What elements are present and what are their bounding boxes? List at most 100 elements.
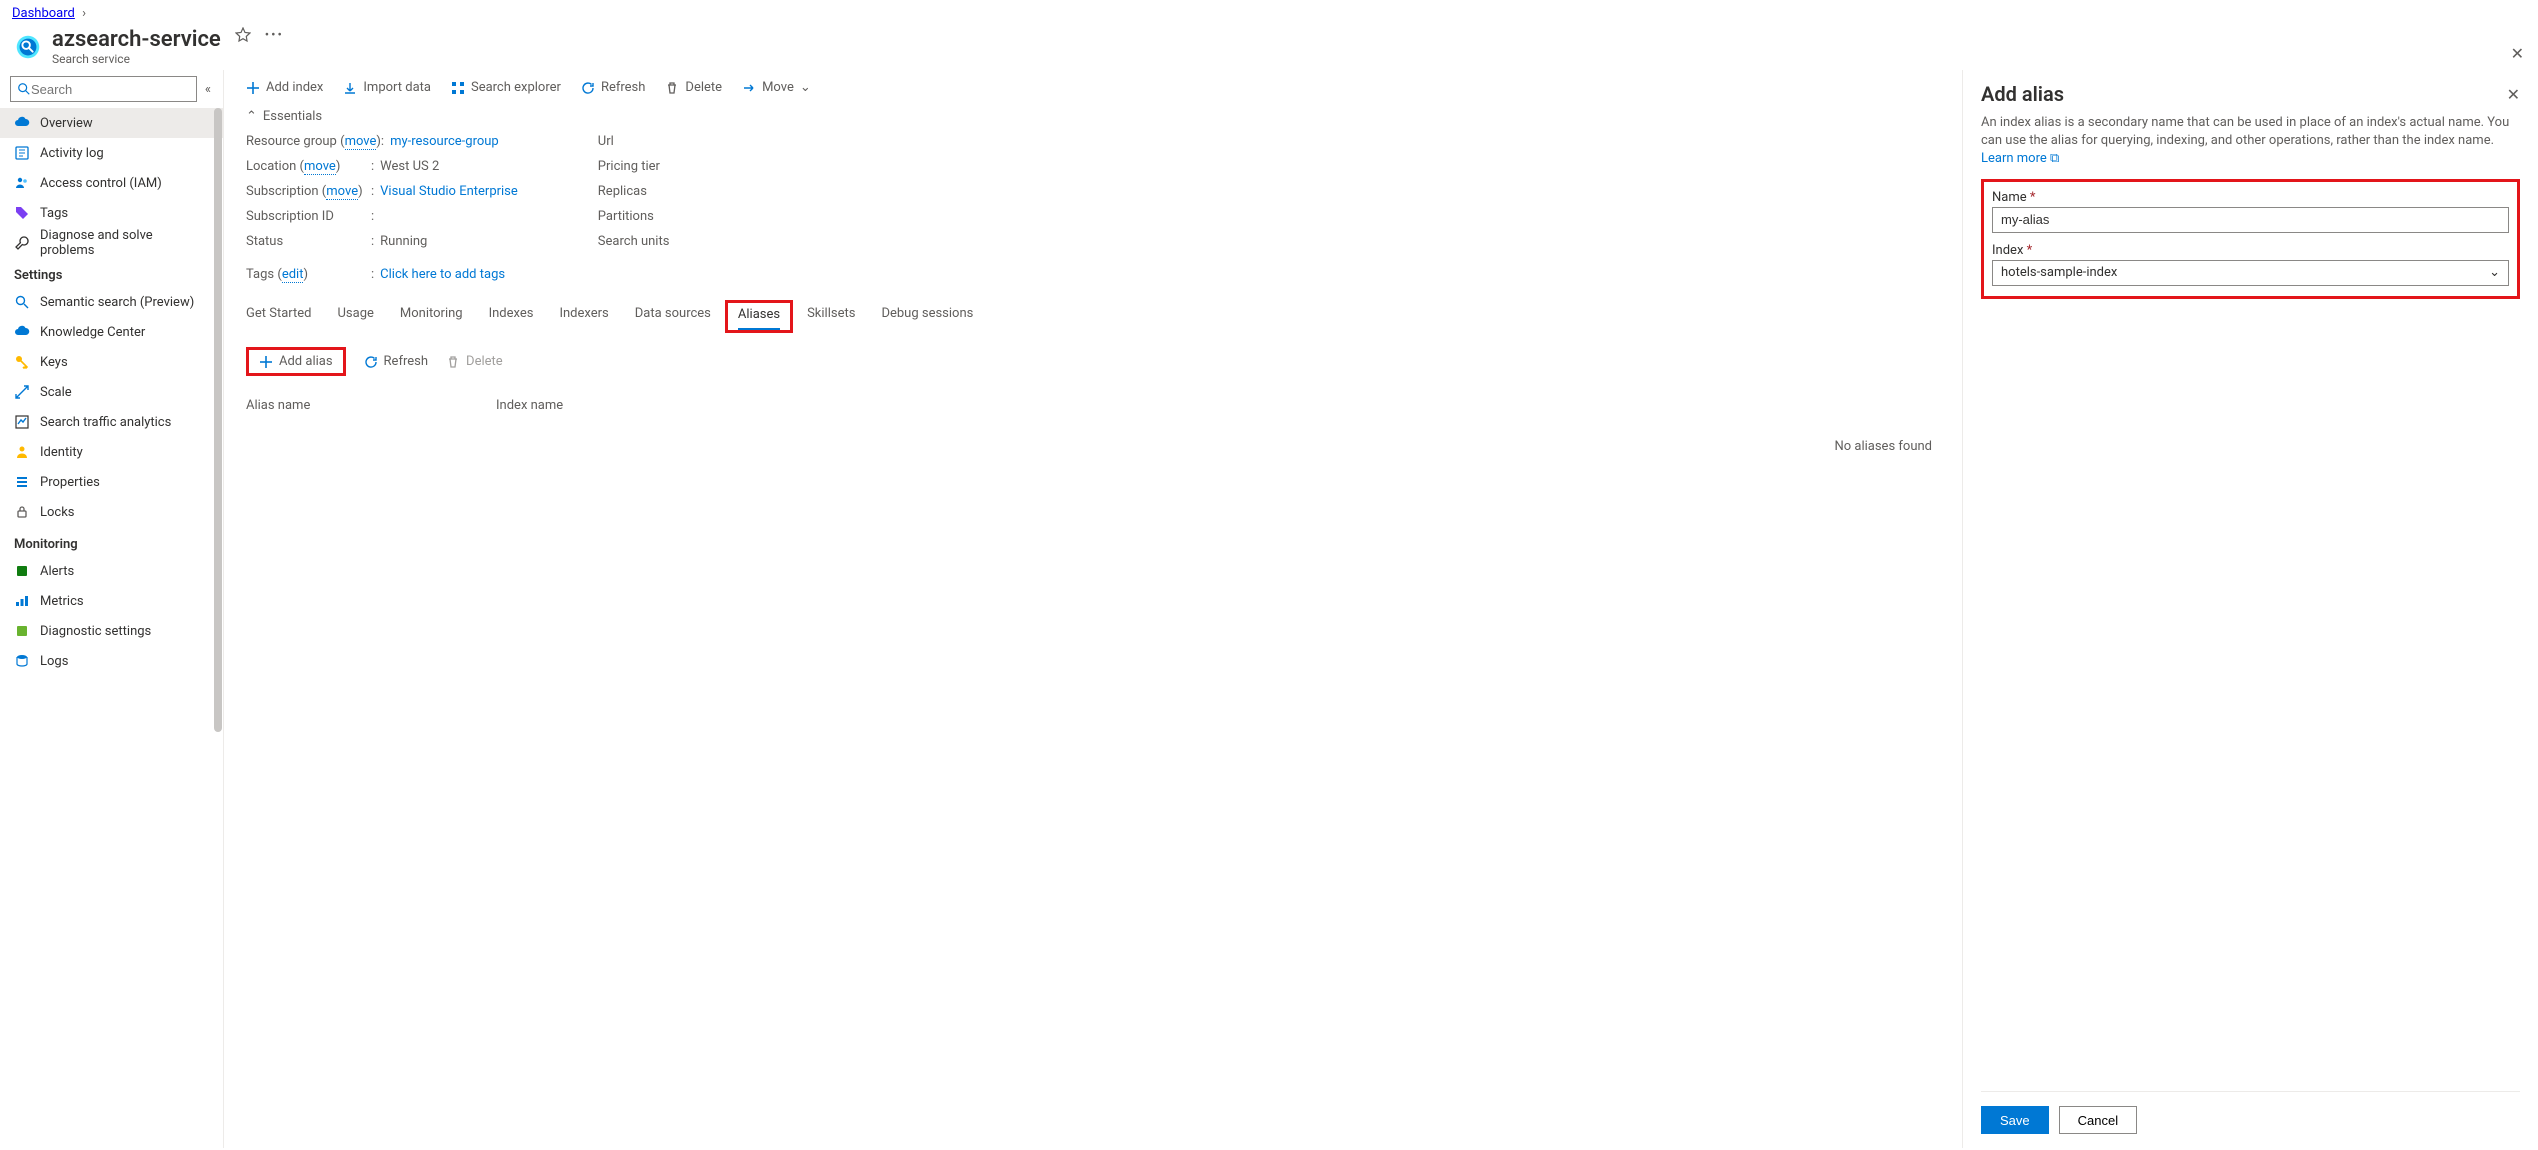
loc-move-link[interactable]: move bbox=[304, 159, 336, 175]
sidebar-item-label: Overview bbox=[40, 116, 93, 131]
sidebar-item-identity[interactable]: Identity bbox=[0, 437, 223, 467]
sidebar-item-label: Search traffic analytics bbox=[40, 415, 171, 430]
sidebar-item-locks[interactable]: Locks bbox=[0, 497, 223, 527]
tab-data-sources[interactable]: Data sources bbox=[635, 302, 711, 331]
sidebar-item-label: Diagnostic settings bbox=[40, 624, 151, 639]
lock-icon bbox=[14, 504, 30, 520]
essentials-toggle[interactable]: ⌃ Essentials bbox=[246, 109, 1940, 124]
import-data-button[interactable]: Import data bbox=[343, 80, 431, 95]
tab-debug[interactable]: Debug sessions bbox=[881, 302, 973, 331]
panel-description: An index alias is a secondary name that … bbox=[1981, 114, 2520, 169]
refresh-icon bbox=[364, 355, 378, 369]
tool-label: Search explorer bbox=[471, 80, 561, 95]
aliases-delete-button[interactable]: Delete bbox=[446, 354, 503, 369]
sidebar-item-semantic[interactable]: Semantic search (Preview) bbox=[0, 287, 223, 317]
identity-icon bbox=[14, 444, 30, 460]
chevron-down-icon: ⌄ bbox=[800, 80, 811, 95]
alias-name-input[interactable] bbox=[1992, 207, 2509, 233]
cancel-button[interactable]: Cancel bbox=[2059, 1106, 2137, 1134]
panel-close-icon[interactable]: ✕ bbox=[2507, 85, 2520, 104]
nav-scrollbar[interactable] bbox=[213, 108, 223, 1148]
delete-button[interactable]: Delete bbox=[665, 80, 722, 95]
sidebar-item-traffic[interactable]: Search traffic analytics bbox=[0, 407, 223, 437]
favorite-icon[interactable] bbox=[235, 27, 251, 43]
sub-link[interactable]: Visual Studio Enterprise bbox=[380, 184, 518, 199]
move-button[interactable]: Move ⌄ bbox=[742, 80, 811, 95]
add-tags-link[interactable]: Click here to add tags bbox=[380, 267, 505, 282]
sidebar-item-label: Tags bbox=[40, 206, 68, 221]
add-index-button[interactable]: Add index bbox=[246, 80, 323, 95]
tab-usage[interactable]: Usage bbox=[337, 302, 373, 331]
chevron-right-icon: › bbox=[82, 6, 86, 21]
sidebar-item-diagnose[interactable]: Diagnose and solve problems bbox=[0, 228, 223, 258]
tags-edit-link[interactable]: edit bbox=[282, 267, 304, 283]
metrics-icon bbox=[14, 593, 30, 609]
sidebar-item-label: Locks bbox=[40, 505, 75, 520]
field-name: Name * bbox=[1992, 190, 2509, 233]
sidebar-item-diagsettings[interactable]: Diagnostic settings bbox=[0, 616, 223, 646]
ess-subid: Subscription ID : bbox=[246, 209, 518, 224]
sidebar-item-scale[interactable]: Scale bbox=[0, 377, 223, 407]
tab-indexers[interactable]: Indexers bbox=[559, 302, 608, 331]
command-bar: Add index Import data Search explorer Re… bbox=[224, 70, 1962, 103]
tab-indexes[interactable]: Indexes bbox=[489, 302, 534, 331]
sidebar-item-tags[interactable]: Tags bbox=[0, 198, 223, 228]
collapse-sidebar-icon[interactable]: « bbox=[203, 82, 213, 97]
sidebar-item-label: Logs bbox=[40, 654, 68, 669]
tab-monitoring[interactable]: Monitoring bbox=[400, 302, 463, 331]
cloud-icon bbox=[14, 115, 30, 131]
logs-icon bbox=[14, 653, 30, 669]
sidebar-item-overview[interactable]: Overview bbox=[0, 108, 223, 138]
sidebar-item-properties[interactable]: Properties bbox=[0, 467, 223, 497]
sidebar-item-iam[interactable]: Access control (IAM) bbox=[0, 168, 223, 198]
scale-icon bbox=[14, 384, 30, 400]
add-alias-button[interactable]: Add alias bbox=[246, 347, 346, 376]
tool-label: Refresh bbox=[601, 80, 645, 95]
sidebar-item-knowledge[interactable]: Knowledge Center bbox=[0, 317, 223, 347]
tab-aliases[interactable]: Aliases bbox=[738, 303, 780, 330]
sidebar-search-input[interactable] bbox=[31, 82, 190, 97]
sidebar-item-label: Properties bbox=[40, 475, 100, 490]
resource-header: azsearch-service Search service ••• ✕ bbox=[0, 21, 2538, 70]
save-button[interactable]: Save bbox=[1981, 1106, 2049, 1134]
ess-tier-label: Pricing tier bbox=[598, 159, 723, 174]
more-icon[interactable]: ••• bbox=[265, 28, 284, 43]
close-icon[interactable]: ✕ bbox=[2511, 44, 2524, 63]
sidebar-item-label: Semantic search (Preview) bbox=[40, 295, 194, 310]
ess-url-label: Url bbox=[598, 134, 723, 149]
sidebar-item-logs[interactable]: Logs bbox=[0, 646, 223, 676]
sidebar-group-monitoring: Monitoring bbox=[0, 527, 223, 556]
sidebar-search[interactable] bbox=[10, 76, 197, 102]
plus-icon bbox=[259, 355, 273, 369]
sidebar-item-metrics[interactable]: Metrics bbox=[0, 586, 223, 616]
aliases-empty-msg: No aliases found bbox=[224, 425, 1962, 468]
sub-move-link[interactable]: move bbox=[326, 184, 358, 200]
sidebar-item-label: Alerts bbox=[40, 564, 74, 579]
plus-icon bbox=[246, 81, 260, 95]
resource-subtitle: Search service bbox=[52, 52, 221, 66]
th-alias-name: Alias name bbox=[246, 398, 496, 413]
rg-link[interactable]: my-resource-group bbox=[390, 134, 499, 149]
sidebar: « Overview Activity log Access control (… bbox=[0, 70, 224, 1148]
ess-location: Location (move) : West US 2 bbox=[246, 159, 518, 174]
search-explorer-button[interactable]: Search explorer bbox=[451, 80, 561, 95]
ess-subscription: Subscription (move) : Visual Studio Ente… bbox=[246, 184, 518, 199]
learn-more-link[interactable]: Learn more ⧉ bbox=[1981, 151, 2059, 166]
ess-units-label: Search units bbox=[598, 234, 723, 249]
alias-index-select[interactable]: hotels-sample-index ⌄ bbox=[1992, 260, 2509, 286]
sidebar-group-settings: Settings bbox=[0, 258, 223, 287]
tab-get-started[interactable]: Get Started bbox=[246, 302, 311, 331]
aliases-refresh-button[interactable]: Refresh bbox=[364, 354, 428, 369]
sidebar-item-keys[interactable]: Keys bbox=[0, 347, 223, 377]
sidebar-item-activity[interactable]: Activity log bbox=[0, 138, 223, 168]
sidebar-item-alerts[interactable]: Alerts bbox=[0, 556, 223, 586]
select-value: hotels-sample-index bbox=[2001, 265, 2117, 280]
arrow-right-icon bbox=[742, 81, 756, 95]
highlight-aliases: Aliases bbox=[725, 300, 793, 333]
refresh-button[interactable]: Refresh bbox=[581, 80, 645, 95]
breadcrumb-root[interactable]: Dashboard bbox=[12, 6, 75, 21]
tab-skillsets[interactable]: Skillsets bbox=[807, 302, 855, 331]
chevron-up-icon: ⌃ bbox=[246, 109, 257, 124]
rg-move-link[interactable]: move bbox=[345, 134, 377, 150]
people-icon bbox=[14, 175, 30, 191]
